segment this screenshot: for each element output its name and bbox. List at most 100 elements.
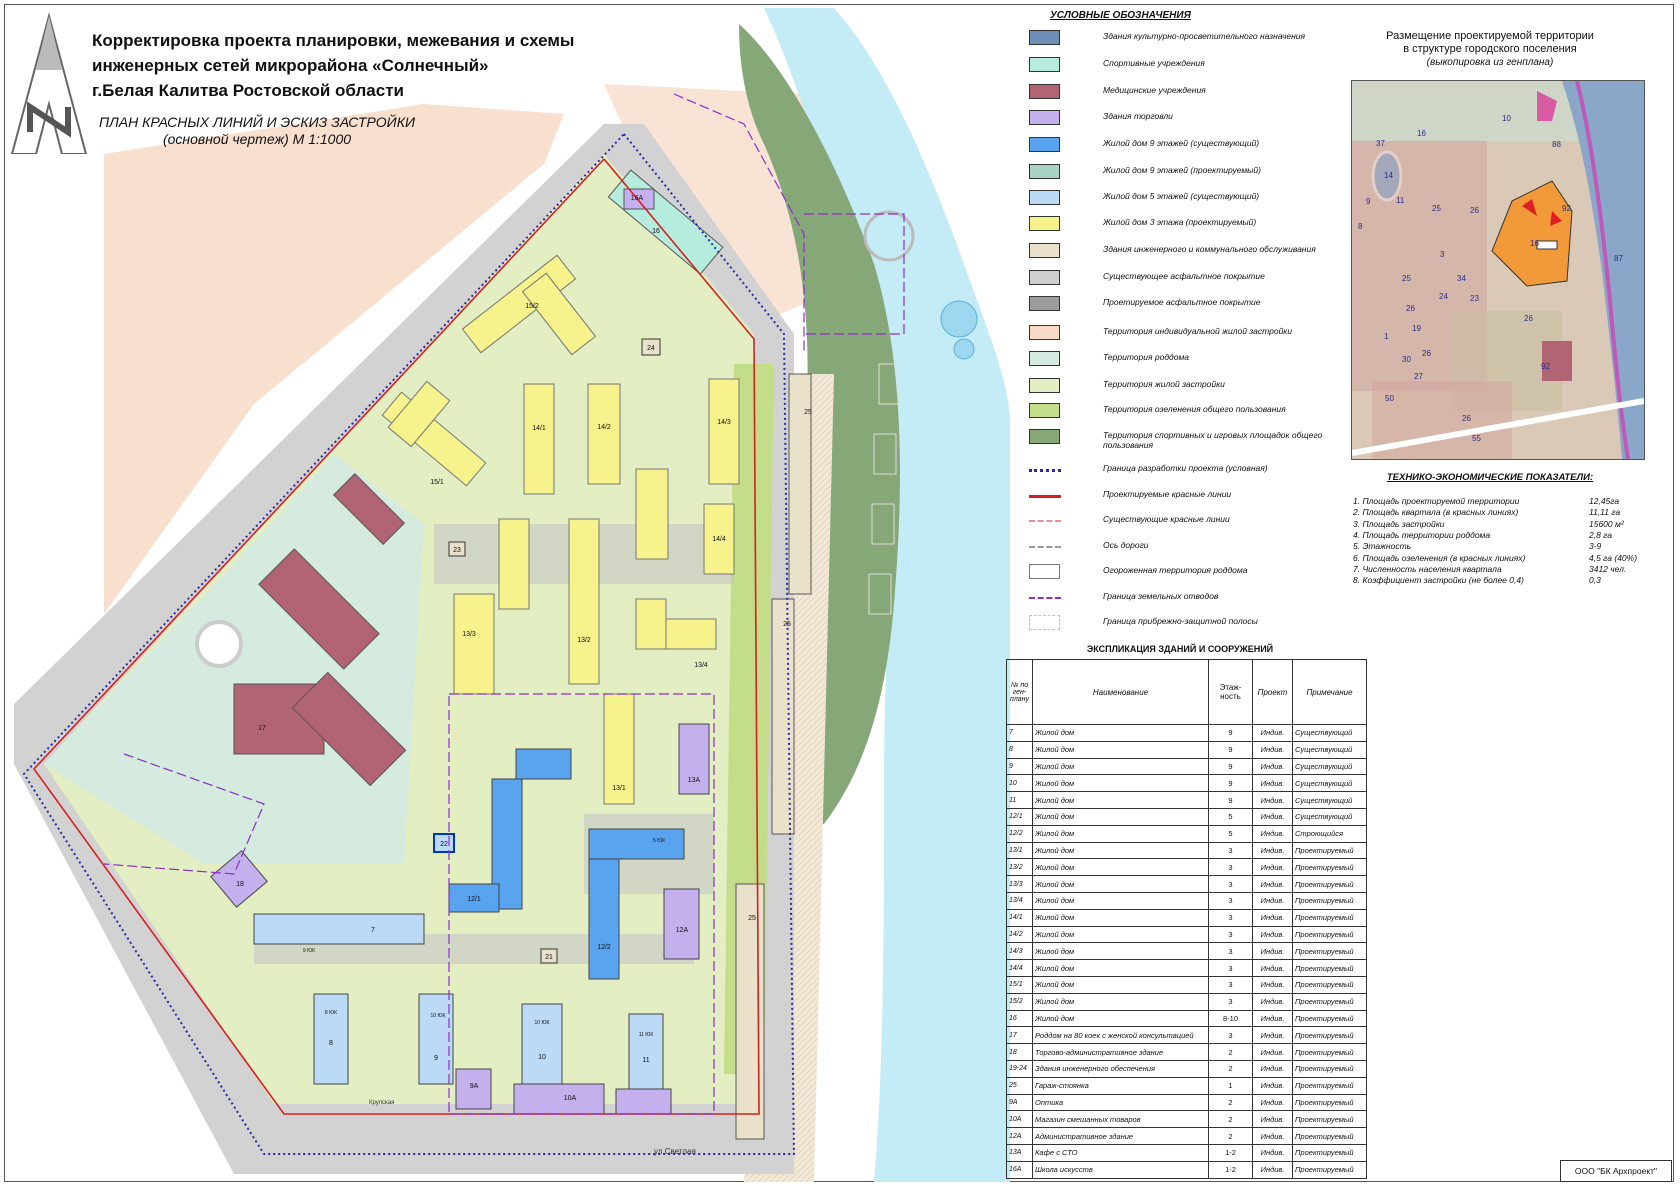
svg-text:17: 17 (258, 725, 266, 732)
building-14-2b (635, 468, 669, 560)
svg-text:9: 9 (1366, 197, 1371, 206)
building-25-south (735, 883, 765, 1140)
tep-value: 4,5 га (40%) (1589, 552, 1638, 563)
svg-text:92: 92 (1541, 362, 1550, 371)
building-12a (663, 888, 700, 960)
legend-swatch (1029, 164, 1060, 179)
cell-name: Жилой дом (1032, 1009, 1209, 1028)
legend-item: Проетируемое асфальтное покрытие (1025, 294, 1345, 314)
legend-label: Граница прибрежно-защитной полосы (1103, 616, 1258, 626)
fountain-pond (940, 300, 978, 338)
cell-floors: 8-10 (1208, 1009, 1253, 1028)
cell-note: Существующий (1292, 724, 1367, 742)
cell-note: Существующий (1292, 774, 1367, 793)
svg-text:13/2: 13/2 (577, 637, 591, 644)
table-row: 9А Оптика 2 Индив. Проектируемый (1006, 1093, 1367, 1112)
legend-swatch (1029, 84, 1060, 99)
cell-project: Индив. (1252, 858, 1293, 877)
cell-floors: 3 (1208, 908, 1253, 927)
legend-swatch (1029, 110, 1060, 125)
legend-swatch (1029, 243, 1060, 258)
legend-label: Существующие красные линии (1103, 514, 1230, 524)
cell-number: 12/2 (1006, 824, 1033, 843)
svg-text:26: 26 (1524, 314, 1533, 323)
tep-label: 1. Площадь проектируемой территории (1353, 496, 1520, 506)
cell-floors: 2 (1208, 1127, 1253, 1145)
legend-label: Проектируемые красные линии (1103, 489, 1232, 499)
building-25-north (788, 373, 812, 595)
svg-text:10 ЮК: 10 ЮК (535, 1020, 550, 1026)
explication-title: ЭКСПЛИКАЦИЯ ЗДАНИЙ И СООРУЖЕНИЙ (1086, 644, 1274, 654)
svg-text:7: 7 (371, 927, 375, 934)
cell-number: 15/1 (1006, 975, 1033, 994)
legend-line-swatch (1029, 546, 1061, 548)
table-row: 10А Магазин смешанных товаров 2 Индив. Проек… (1006, 1110, 1367, 1129)
cell-project: Индив. (1252, 992, 1293, 1011)
tep-row: 4. Площадь территории роддома 2,8 га (1353, 530, 1663, 542)
table-row: 18 Торгово-административное здание 2 Индив.… (1006, 1043, 1367, 1061)
svg-text:22: 22 (440, 841, 448, 848)
north-arrow-icon (10, 12, 88, 154)
cell-name: Роддом на 80 коек с женской консультацие… (1032, 1026, 1209, 1045)
svg-text:5 ЮК: 5 ЮК (653, 838, 665, 844)
svg-text:11: 11 (642, 1057, 649, 1064)
svg-text:8: 8 (329, 1040, 333, 1047)
legend-item: Территория озеленения общего пользования (1025, 401, 1345, 421)
header-note: Примечание (1292, 659, 1367, 725)
inset-title-text: Размещение проектируемой территории в ст… (1386, 30, 1594, 55)
legend-item: Проектируемые красные линии (1025, 486, 1345, 506)
cell-number: 12А (1006, 1127, 1033, 1145)
cell-note: Существующий (1292, 757, 1367, 776)
cell-number: 10А (1006, 1110, 1033, 1129)
cell-project: Индив. (1252, 807, 1293, 826)
cell-project: Индив. (1252, 1093, 1293, 1112)
legend-item: Граница разработки проекта (условная) (1025, 460, 1345, 480)
tep-row: 2. Площадь квартала (в красных линиях) 11… (1353, 507, 1663, 519)
cell-project: Индив. (1252, 1026, 1293, 1045)
legend-label: Проетируемое асфальтное покрытие (1103, 297, 1261, 307)
legend-item: Территория спортивных и игровых площадок… (1025, 427, 1345, 450)
legend-item: Граница земельных отводов (1025, 588, 1345, 608)
cell-name: Торгово-административное здание (1032, 1043, 1209, 1061)
cell-floors: 3 (1208, 975, 1253, 994)
svg-text:24: 24 (647, 345, 655, 352)
cell-note: Проектируемый (1292, 1143, 1367, 1162)
building-10a-b (615, 1088, 672, 1115)
cell-project: Индив. (1252, 1009, 1293, 1028)
legend-item: Жилой дом 9 этажей (проектируемый) (1025, 162, 1345, 182)
svg-text:16: 16 (1417, 129, 1426, 138)
cell-floors: 1-2 (1208, 1143, 1253, 1162)
legend-line-swatch (1029, 597, 1061, 599)
legend-swatch (1029, 378, 1060, 393)
legend-item: Здания инженерного и коммунального обслу… (1025, 241, 1345, 261)
tep-label: 8. Коэффициент застройки (не более 0,4) (1353, 575, 1524, 586)
cell-note: Существующий (1292, 791, 1367, 809)
cell-number: 12/1 (1006, 807, 1033, 826)
tep-row: 5. Этажность 3-9 (1353, 541, 1663, 553)
cell-number: 13А (1006, 1143, 1033, 1162)
legend-item: Территория жилой застройки (1025, 376, 1345, 396)
cell-number: 25 (1006, 1076, 1033, 1095)
tep-row: 3. Площадь застройки 15600 м² (1353, 519, 1663, 531)
cell-name: Жилой дом (1032, 875, 1209, 893)
cell-name: Жилой дом (1032, 908, 1209, 927)
table-row: 12/2 Жилой дом 5 Индив. Строющийся (1006, 824, 1367, 843)
cell-name: Жилой дом (1032, 724, 1209, 742)
legend-item: Здания торговли (1025, 108, 1345, 128)
cell-name: Магазин смешанных товаров (1032, 1110, 1209, 1129)
svg-text:13А: 13А (688, 777, 701, 784)
building-13-2 (568, 518, 600, 685)
cell-project: Индив. (1252, 740, 1293, 759)
building-10a (513, 1083, 605, 1115)
cell-note: Строющийся (1292, 824, 1367, 843)
table-row: 12А Административное здание 2 Индив. Проекти… (1006, 1127, 1367, 1145)
cell-project: Индив. (1252, 1059, 1293, 1078)
cell-note: Проектируемый (1292, 1110, 1367, 1129)
site-plan-map: 16А 16 15/2 24 14/1 14/2 14/3 15/1 14/4 23 13… (14, 8, 1010, 1182)
legend-label: Огороженная территория роддома (1103, 565, 1248, 575)
table-row: 14/4 Жилой дом 3 Индив. Проектируемый (1006, 959, 1367, 977)
svg-text:25: 25 (804, 409, 812, 416)
building-9 (418, 993, 454, 1085)
cell-project: Индив. (1252, 757, 1293, 776)
cell-project: Индив. (1252, 1110, 1293, 1129)
